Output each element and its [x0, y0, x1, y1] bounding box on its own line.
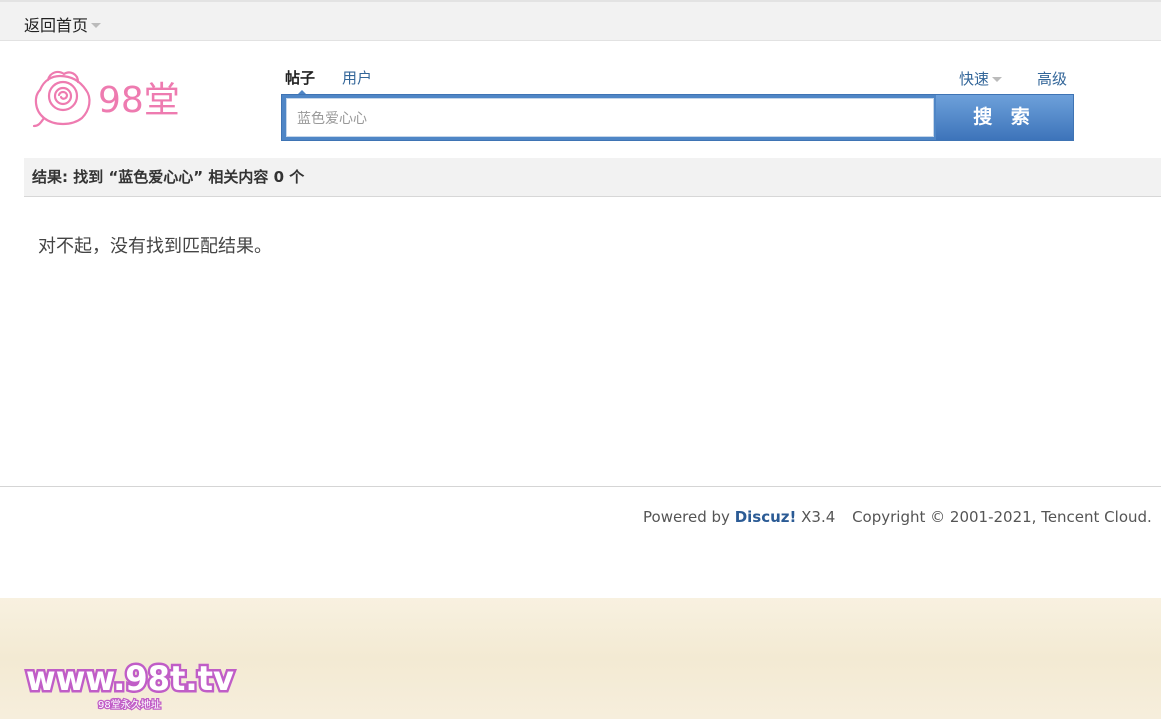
footer-divider — [0, 486, 1161, 487]
logo-text: 98堂 — [98, 80, 180, 121]
powered-by-text: Powered by — [643, 508, 735, 526]
site-logo[interactable]: 98堂 — [30, 64, 190, 130]
search-button[interactable]: 搜 索 — [936, 95, 1073, 140]
advanced-search-link[interactable]: 高级 — [1037, 68, 1067, 89]
home-link-label: 返回首页 — [24, 16, 89, 35]
watermark-url: www.98t.tv — [26, 659, 234, 699]
copyright-text: Copyright © 2001-2021, Tencent Cloud. — [852, 508, 1152, 526]
chevron-down-icon — [992, 77, 1003, 82]
footer: Powered by Discuz! X3.4 Copyright © 2001… — [643, 508, 1161, 526]
empty-result-message: 对不起，没有找到匹配结果。 — [38, 236, 272, 257]
home-link[interactable]: 返回首页 — [24, 12, 102, 36]
quick-search-label: 快速 — [959, 70, 990, 88]
tab-posts[interactable]: 帖子 — [285, 67, 315, 95]
tab-users[interactable]: 用户 — [342, 67, 372, 88]
site-watermark: www.98t.tv 98堂永久地址 — [22, 656, 242, 714]
version-text: X3.4 — [796, 508, 836, 526]
quick-search-dropdown[interactable]: 快速 — [959, 68, 1003, 89]
search-bar: 搜 索 — [281, 94, 1074, 141]
result-summary: 结果: 找到 “蓝色爱心心” 相关内容 0 个 — [24, 158, 1161, 197]
top-bar: 返回首页 — [0, 0, 1161, 41]
discuz-link[interactable]: Discuz! — [735, 508, 797, 526]
chevron-down-icon — [91, 22, 102, 28]
search-input[interactable] — [286, 98, 934, 137]
watermark-caption: 98堂永久地址 — [98, 698, 161, 711]
rose-logo-icon: 98堂 — [32, 70, 180, 128]
